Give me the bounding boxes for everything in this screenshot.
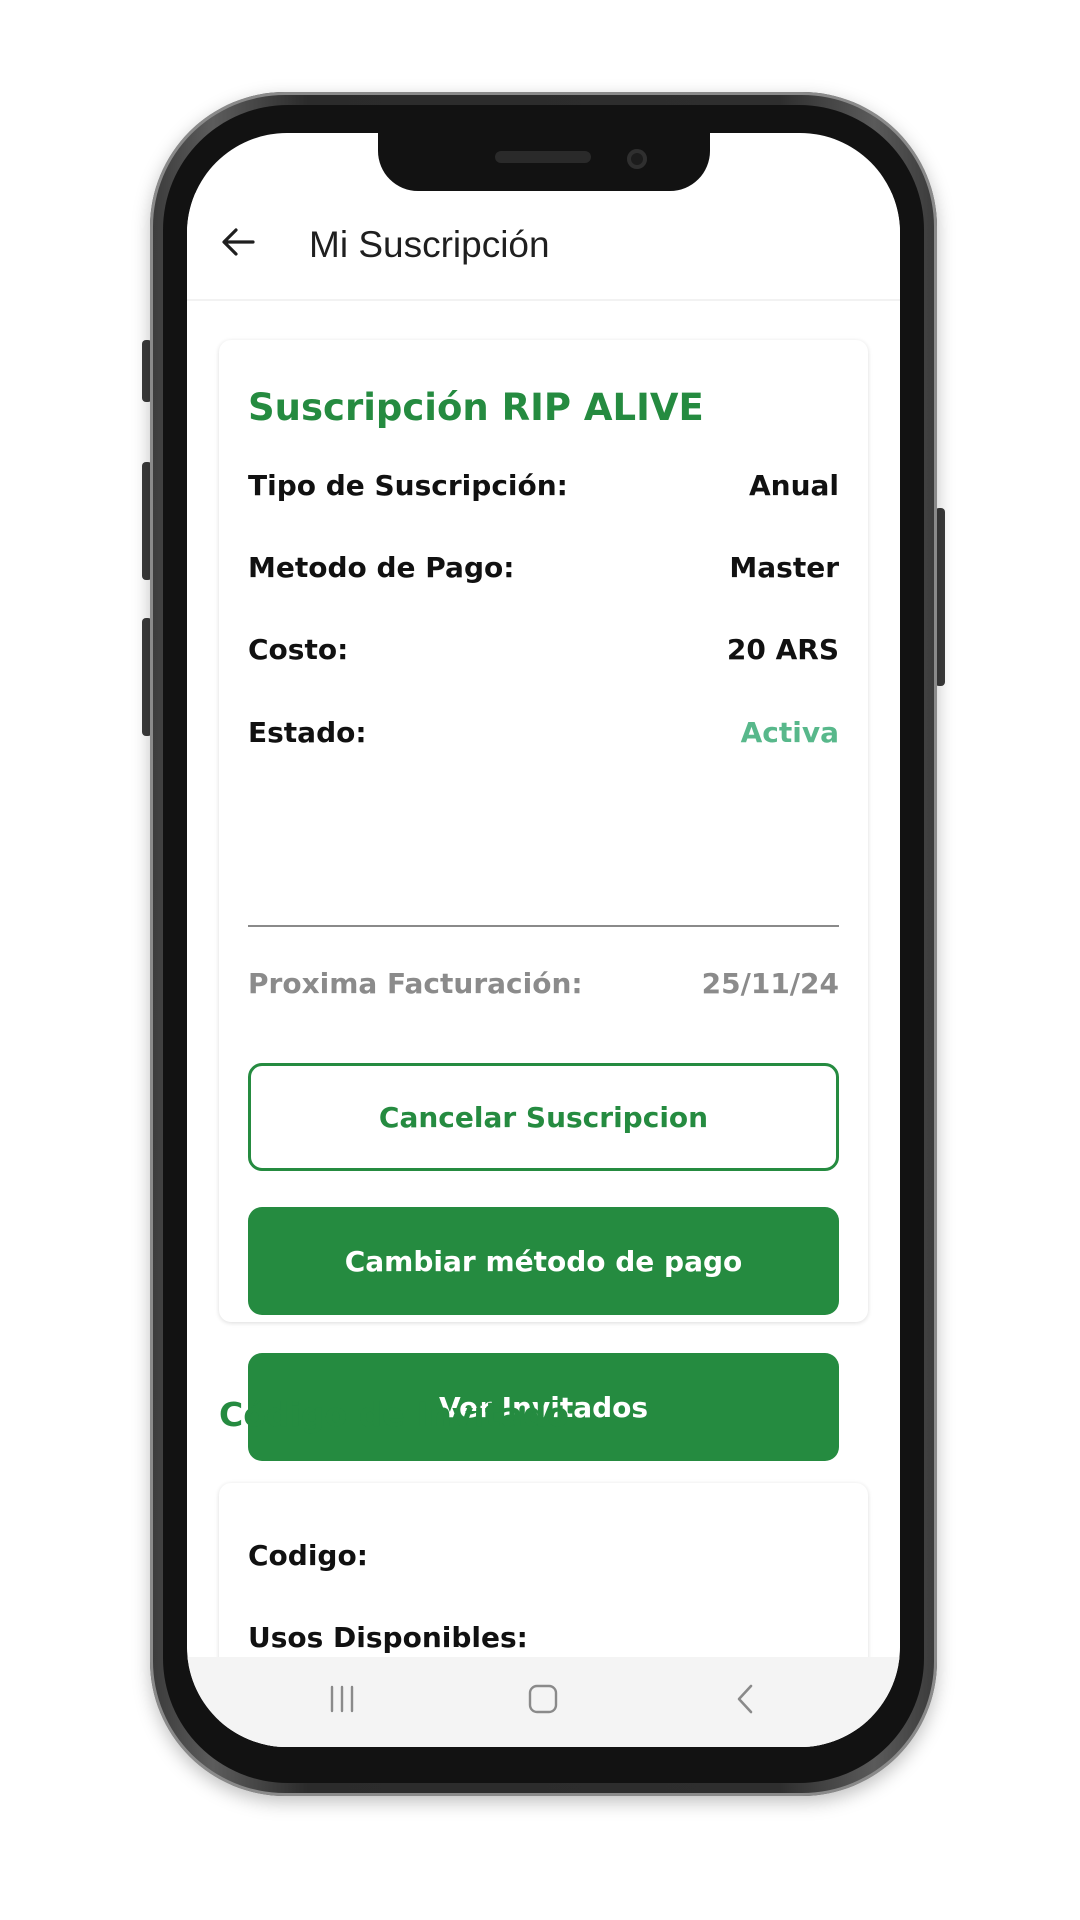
phone-screen: Mi Suscripción Suscripción RIP ALIVE Tip… bbox=[187, 133, 900, 1747]
next-billing-date: 25/11/24 bbox=[701, 966, 839, 1000]
divider bbox=[248, 925, 839, 927]
available-uses-row: Usos Disponibles: bbox=[248, 1617, 839, 1657]
subscription-type-row: Tipo de Suscripción: Anual bbox=[248, 465, 839, 505]
page-title: Mi Suscripción bbox=[309, 224, 550, 265]
cancel-subscription-button[interactable]: Cancelar Suscripcion bbox=[248, 1063, 839, 1171]
subscription-card: Suscripción RIP ALIVE Tipo de Suscripció… bbox=[219, 340, 868, 1461]
recent-apps-button[interactable] bbox=[310, 1669, 374, 1733]
recent-apps-icon bbox=[325, 1684, 359, 1718]
app-header: Mi Suscripción bbox=[187, 193, 900, 301]
next-billing-label: Proxima Facturación: bbox=[248, 966, 583, 1000]
available-uses-label: Usos Disponibles: bbox=[248, 1620, 528, 1654]
arrow-left-icon bbox=[221, 227, 255, 261]
speaker-grille bbox=[495, 151, 591, 163]
cost-value: 20 ARS bbox=[726, 632, 839, 666]
subscription-title: Suscripción RIP ALIVE bbox=[248, 386, 704, 429]
home-icon bbox=[526, 1682, 560, 1720]
guest-code-section-title: Código de Invitado bbox=[219, 1395, 570, 1434]
back-icon bbox=[733, 1682, 757, 1720]
subscription-type-value: Anual bbox=[748, 468, 839, 502]
subscription-type-label: Tipo de Suscripción: bbox=[248, 468, 568, 502]
status-label: Estado: bbox=[248, 715, 367, 749]
cost-label: Costo: bbox=[248, 632, 349, 666]
guest-code-label: Codigo: bbox=[248, 1538, 368, 1572]
front-camera bbox=[627, 149, 647, 169]
payment-method-value: Master bbox=[729, 550, 839, 584]
cost-row: Costo: 20 ARS bbox=[248, 629, 839, 669]
system-nav-bar bbox=[187, 1657, 900, 1747]
change-payment-method-button[interactable]: Cambiar método de pago bbox=[248, 1207, 839, 1315]
guest-code-row: Codigo: bbox=[248, 1535, 839, 1575]
payment-method-label: Metodo de Pago: bbox=[248, 550, 515, 584]
status-row: Estado: Activa bbox=[248, 712, 839, 752]
back-button[interactable] bbox=[213, 219, 263, 269]
system-back-button[interactable] bbox=[713, 1669, 777, 1733]
payment-method-row: Metodo de Pago: Master bbox=[248, 547, 839, 587]
home-button[interactable] bbox=[511, 1669, 575, 1733]
status-badge: Activa bbox=[740, 715, 839, 749]
next-billing-row: Proxima Facturación: 25/11/24 bbox=[248, 963, 839, 1003]
